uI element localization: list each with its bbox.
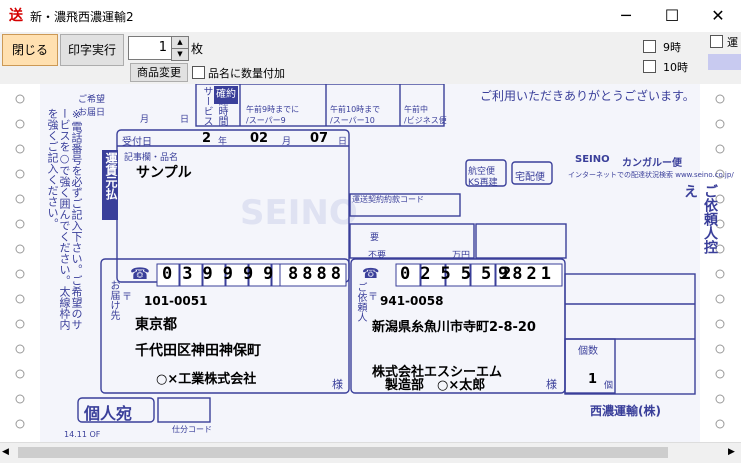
gozen9-label: 午前9時までに /スーパー9	[246, 105, 300, 125]
to-zip: 101-0051	[144, 294, 208, 308]
scroll-right-icon[interactable]: ▶	[728, 447, 735, 457]
scroll-left-icon[interactable]: ◀	[2, 447, 9, 457]
to-pref: 東京都	[135, 317, 177, 333]
fuyou-label: 不要	[368, 251, 387, 261]
close-button[interactable]: 閉じる	[2, 34, 58, 66]
partial-label: 運	[727, 36, 738, 49]
horizontal-scrollbar[interactable]: ◀ ▶	[0, 442, 741, 463]
to-tel-part2: 8888	[288, 264, 345, 284]
from-sama: 様	[546, 378, 557, 391]
gozen10-label: 午前10時まで /スーパー10	[330, 105, 381, 125]
time9-label: 9時	[663, 41, 681, 54]
side-note: ※電話番号を必ずご記入下さい。ご希望のサービスを○で強く囲んでください。太線枠内…	[46, 108, 83, 330]
day-unit: 日	[338, 137, 348, 147]
quantity-in-name-checkbox[interactable]	[192, 66, 205, 79]
from-tel-icon: ☎	[362, 266, 380, 282]
koutaku-label: 宅配便	[515, 172, 545, 183]
to-tel-part1: 039999	[162, 264, 284, 284]
thanks-text: ご利用いただきありがとうございます。	[480, 89, 695, 103]
to-sama: 様	[332, 378, 343, 391]
minimize-button[interactable]: ─	[603, 0, 649, 32]
year-unit: 年	[218, 137, 228, 147]
window-title: 新・濃飛西濃運輸2	[30, 10, 134, 24]
time10-label: 10時	[663, 61, 688, 74]
from-addr: 新潟県糸魚川市寺町2-8-20	[372, 320, 536, 335]
svg-text:SEINO: SEINO	[240, 193, 358, 233]
toolbar: 閉じる 印字実行 1 ▲ ▼ 枚 商品変更 品名に数量付加 9時 10時 運	[0, 32, 741, 84]
reception-year: 2	[202, 131, 212, 146]
quantity-in-name-label: 品名に数量付加	[208, 67, 285, 80]
partial-checkbox[interactable]	[710, 35, 723, 48]
shiwake-label: 仕分コード	[172, 425, 212, 434]
copies-unit: 枚	[191, 42, 204, 56]
count-unit: 個	[604, 381, 614, 391]
waybill-form: SEINO	[0, 84, 741, 442]
from-zip-icon: 〒	[368, 292, 378, 303]
time9-checkbox[interactable]	[643, 40, 656, 53]
product-change-button[interactable]: 商品変更	[130, 63, 188, 82]
maximize-button[interactable]: ☐	[649, 0, 695, 32]
to-zip-icon: 〒	[122, 292, 132, 303]
month-unit: 月	[282, 137, 292, 147]
time10-checkbox[interactable]	[643, 60, 656, 73]
kojin-label: 個人宛	[84, 404, 133, 423]
close-window-button[interactable]: ✕	[695, 0, 741, 32]
reception-day: 07	[310, 131, 329, 146]
item-name: サンプル	[136, 165, 192, 181]
contract-label: 運送契約約款コード	[352, 195, 424, 204]
from-zip: 941-0058	[380, 294, 444, 308]
count-label: 個数	[578, 346, 598, 357]
copies-input[interactable]: 1	[128, 36, 172, 60]
color-swatch	[708, 54, 741, 70]
kibou-day-label: 日	[180, 115, 190, 125]
reception-month: 02	[250, 131, 269, 146]
from-dept: 製造部 ○×太郎	[385, 378, 486, 393]
to-name: ○×工業株式会社	[156, 372, 257, 387]
waybill-preview: SEINO ※電話番号を必ずご記入下さい。ご希望のサービスを○で強く囲んでくださ…	[0, 84, 741, 442]
irainin-hikae: ご依頼人控え	[682, 184, 718, 254]
count-value: 1	[588, 372, 598, 387]
copies-value: 1	[158, 40, 167, 55]
spin-down-icon[interactable]: ▼	[171, 48, 189, 61]
youfu-label: 要	[370, 233, 380, 243]
ks-label: KS再建	[468, 178, 498, 188]
to-side-label: お届け先	[108, 280, 119, 320]
title-bar: 送 新・濃飛西濃運輸2 ─ ☐ ✕	[0, 0, 741, 33]
app-icon: 送	[9, 8, 23, 24]
from-side-label: ご依頼人	[355, 282, 366, 322]
kangaroo-label: カンガルー便	[622, 158, 682, 169]
fare-label: 運賃元払	[104, 152, 118, 200]
print-button[interactable]: 印字実行	[60, 34, 124, 66]
scroll-thumb[interactable]	[18, 447, 668, 458]
to-addr: 千代田区神田神保町	[135, 343, 261, 359]
man-label: 万円	[452, 251, 471, 261]
url-text: インターネットでの配達状況検索 www.seino.co.jp/	[568, 171, 734, 179]
reception-label: 受付日	[122, 137, 152, 148]
gozenchu-label: 午前中 /ビジネス便	[404, 105, 447, 125]
kakunin-label: 確約	[214, 86, 238, 104]
version-text: 14.11 OF	[64, 430, 101, 439]
kibou-month-label: 月	[140, 115, 150, 125]
company-footer: 西濃運輸(株)	[590, 404, 661, 418]
seino-logo: SEINO	[575, 154, 610, 165]
to-tel-icon: ☎	[130, 264, 150, 283]
kibou-date-label: ご希望 お届日	[78, 95, 106, 118]
from-tel-part2: 9821	[498, 264, 555, 284]
